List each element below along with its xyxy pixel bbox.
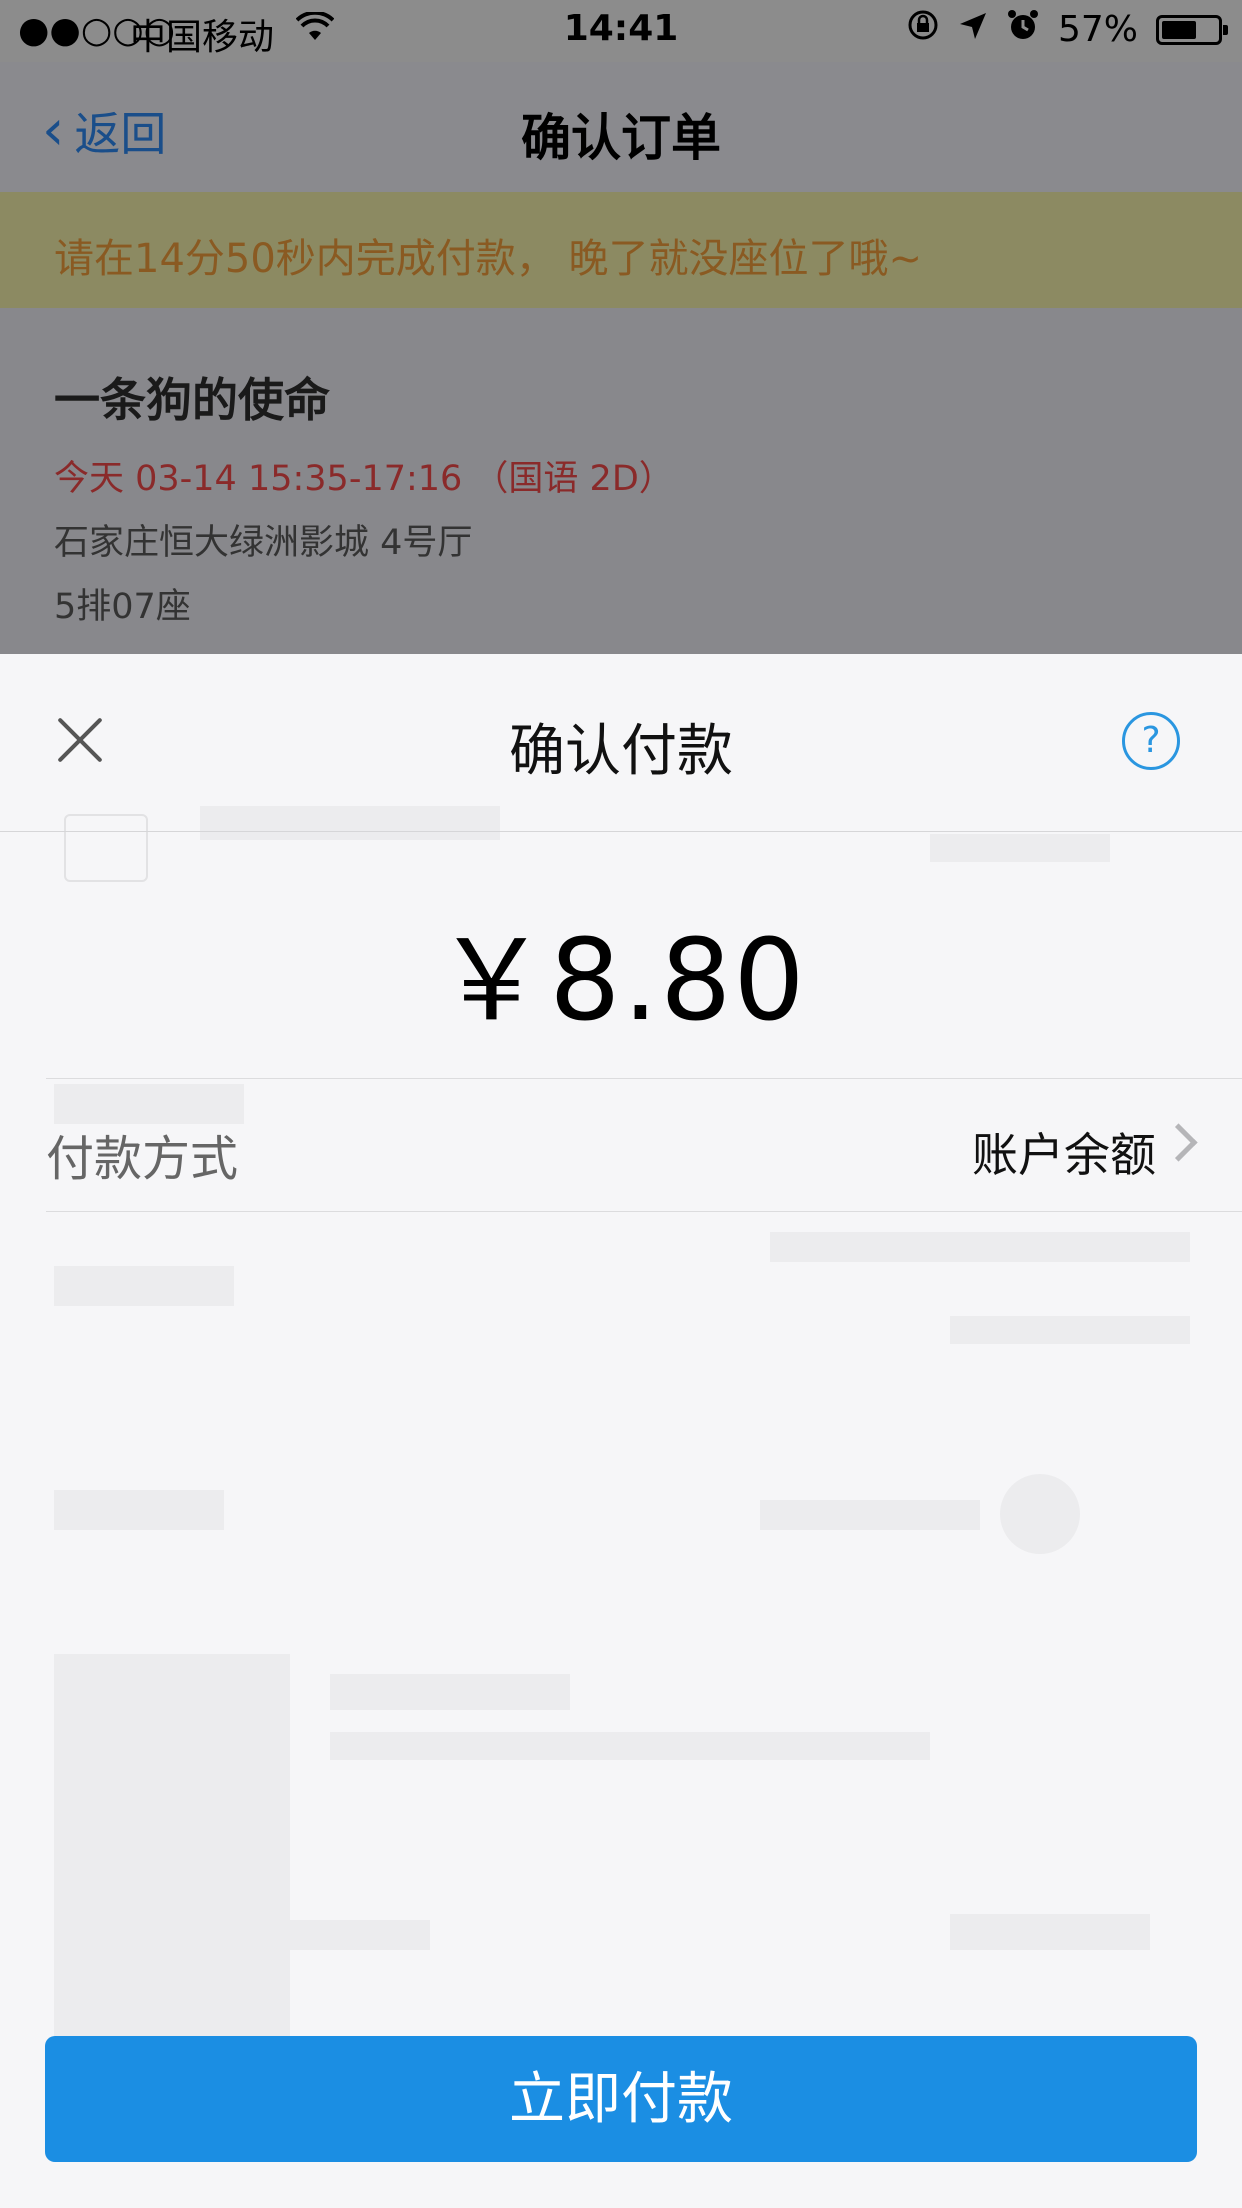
ghost-bar xyxy=(54,1490,224,1530)
battery-percent: 57% xyxy=(1057,9,1138,50)
battery-icon xyxy=(1156,14,1228,45)
ghost-bar xyxy=(930,834,1110,862)
payment-sheet: 确认付款 ? ￥8.80 付款方式 账户余额 立即付款 xyxy=(0,654,1242,2208)
ghost-bar xyxy=(950,1316,1190,1344)
chevron-right-icon xyxy=(1159,1123,1198,1162)
ghost-circle xyxy=(1000,1474,1080,1554)
payment-method-value: 账户余额 xyxy=(972,1128,1156,1182)
location-arrow-icon xyxy=(958,9,988,50)
movie-info-card: 一条狗的使命 今天 03-14 15:35-17:16 （国语 2D） 石家庄恒… xyxy=(0,308,1242,654)
status-bar: ●●○○○ 中国移动 14:41 57% xyxy=(0,0,1242,62)
ghost-poster xyxy=(54,1654,290,2044)
ghost-bar xyxy=(330,1732,930,1760)
pay-now-button[interactable]: 立即付款 xyxy=(45,2036,1197,2162)
ghost-bar xyxy=(950,1914,1150,1950)
navigation-bar: ‹ 返回 确认订单 xyxy=(0,62,1242,193)
sheet-header: 确认付款 ? xyxy=(0,654,1242,832)
ghost-bar xyxy=(330,1674,570,1710)
alarm-icon xyxy=(1006,8,1040,51)
ghost-bar xyxy=(770,1232,1190,1262)
payment-method-row[interactable]: 付款方式 账户余额 xyxy=(46,1078,1242,1212)
ghost-bar xyxy=(54,1266,234,1306)
payment-timer-banner: 请在14分50秒内完成付款， 晚了就没座位了哦~ xyxy=(0,192,1242,308)
seat-info: 5排07座 xyxy=(54,587,191,627)
ghost-bar xyxy=(760,1500,980,1530)
rotation-lock-icon xyxy=(906,8,940,51)
help-icon[interactable]: ? xyxy=(1122,712,1180,770)
cinema-hall: 石家庄恒大绿洲影城 4号厅 xyxy=(54,523,473,563)
page-title: 确认订单 xyxy=(521,109,721,167)
payment-method-label: 付款方式 xyxy=(46,1131,239,1187)
movie-title: 一条狗的使命 xyxy=(54,373,330,427)
showtime: 今天 03-14 15:35-17:16 （国语 2D） xyxy=(54,459,674,499)
ghost-bar xyxy=(70,1920,430,1950)
sheet-title: 确认付款 xyxy=(509,719,733,784)
payment-amount: ￥8.80 xyxy=(435,916,807,1046)
